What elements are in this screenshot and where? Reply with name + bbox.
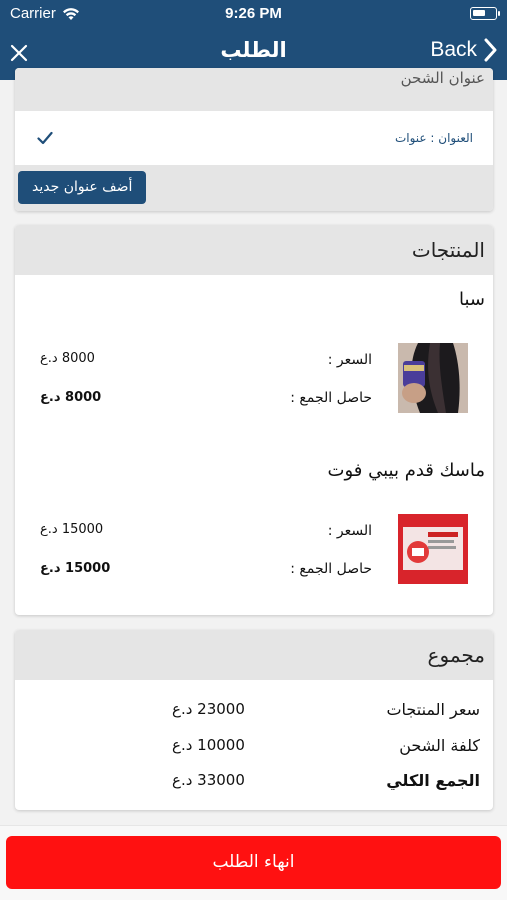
- summary-row: سعر المنتجات 23000 د.ع: [15, 700, 493, 724]
- address-section-title: عنوان الشحن: [400, 69, 485, 87]
- address-option[interactable]: العنوان : عنوات: [15, 111, 493, 165]
- summary-label: كلفة الشحن: [399, 736, 480, 755]
- product-name: ماسك قدم بيبي فوت: [327, 460, 485, 481]
- bottom-bar: انهاء الطلب: [0, 825, 507, 900]
- product-subtotal: 8000 د.ع: [40, 390, 102, 405]
- summary-value: 23000 د.ع: [172, 700, 245, 718]
- product-price: 15000 د.ع: [40, 522, 104, 537]
- finish-order-button[interactable]: انهاء الطلب: [6, 836, 501, 889]
- summary-label: الجمع الكلي: [386, 771, 480, 790]
- price-label: السعر :: [327, 352, 372, 368]
- summary-value: 33000 د.ع: [172, 771, 245, 789]
- product-price: 8000 د.ع: [40, 351, 95, 366]
- status-bar: Carrier 9:26 PM: [0, 0, 507, 28]
- back-label: Back: [430, 38, 477, 61]
- address-actions: أضف عنوان جديد: [15, 165, 493, 211]
- subtotal-label: حاصل الجمع :: [290, 561, 372, 577]
- summary-row: كلفة الشحن 10000 د.ع: [15, 736, 493, 760]
- chevron-right-icon: [484, 38, 497, 62]
- address-text: العنوان : عنوات: [394, 131, 473, 145]
- summary-section-header: مجموع: [15, 630, 493, 680]
- products-card: المنتجات سبا السعر : 8000 د.ع حاصل الجمع…: [15, 225, 493, 615]
- address-section-header: عنوان الشحن: [15, 68, 493, 111]
- status-time: 9:26 PM: [225, 5, 282, 22]
- products-section-header: المنتجات: [15, 225, 493, 275]
- battery-icon: [470, 7, 500, 20]
- baby-foot-box-photo-icon: [398, 514, 468, 584]
- subtotal-label: حاصل الجمع :: [290, 390, 372, 406]
- back-button[interactable]: Back: [430, 38, 497, 62]
- product-name: سبا: [459, 289, 485, 310]
- summary-row: الجمع الكلي 33000 د.ع: [15, 771, 493, 795]
- summary-label: سعر المنتجات: [386, 700, 480, 719]
- add-address-button[interactable]: أضف عنوان جديد: [18, 171, 147, 204]
- checkmark-icon: [37, 131, 53, 145]
- summary-card: مجموع سعر المنتجات 23000 د.ع كلفة الشحن …: [15, 630, 493, 810]
- summary-value: 10000 د.ع: [172, 736, 245, 754]
- address-card: عنوان الشحن العنوان : عنوات أضف عنوان جد…: [15, 68, 493, 211]
- products-section-title: المنتجات: [411, 238, 485, 262]
- price-label: السعر :: [327, 523, 372, 539]
- summary-section-title: مجموع: [427, 643, 485, 667]
- hair-product-photo-icon: [398, 343, 468, 413]
- product-subtotal: 15000 د.ع: [40, 561, 111, 576]
